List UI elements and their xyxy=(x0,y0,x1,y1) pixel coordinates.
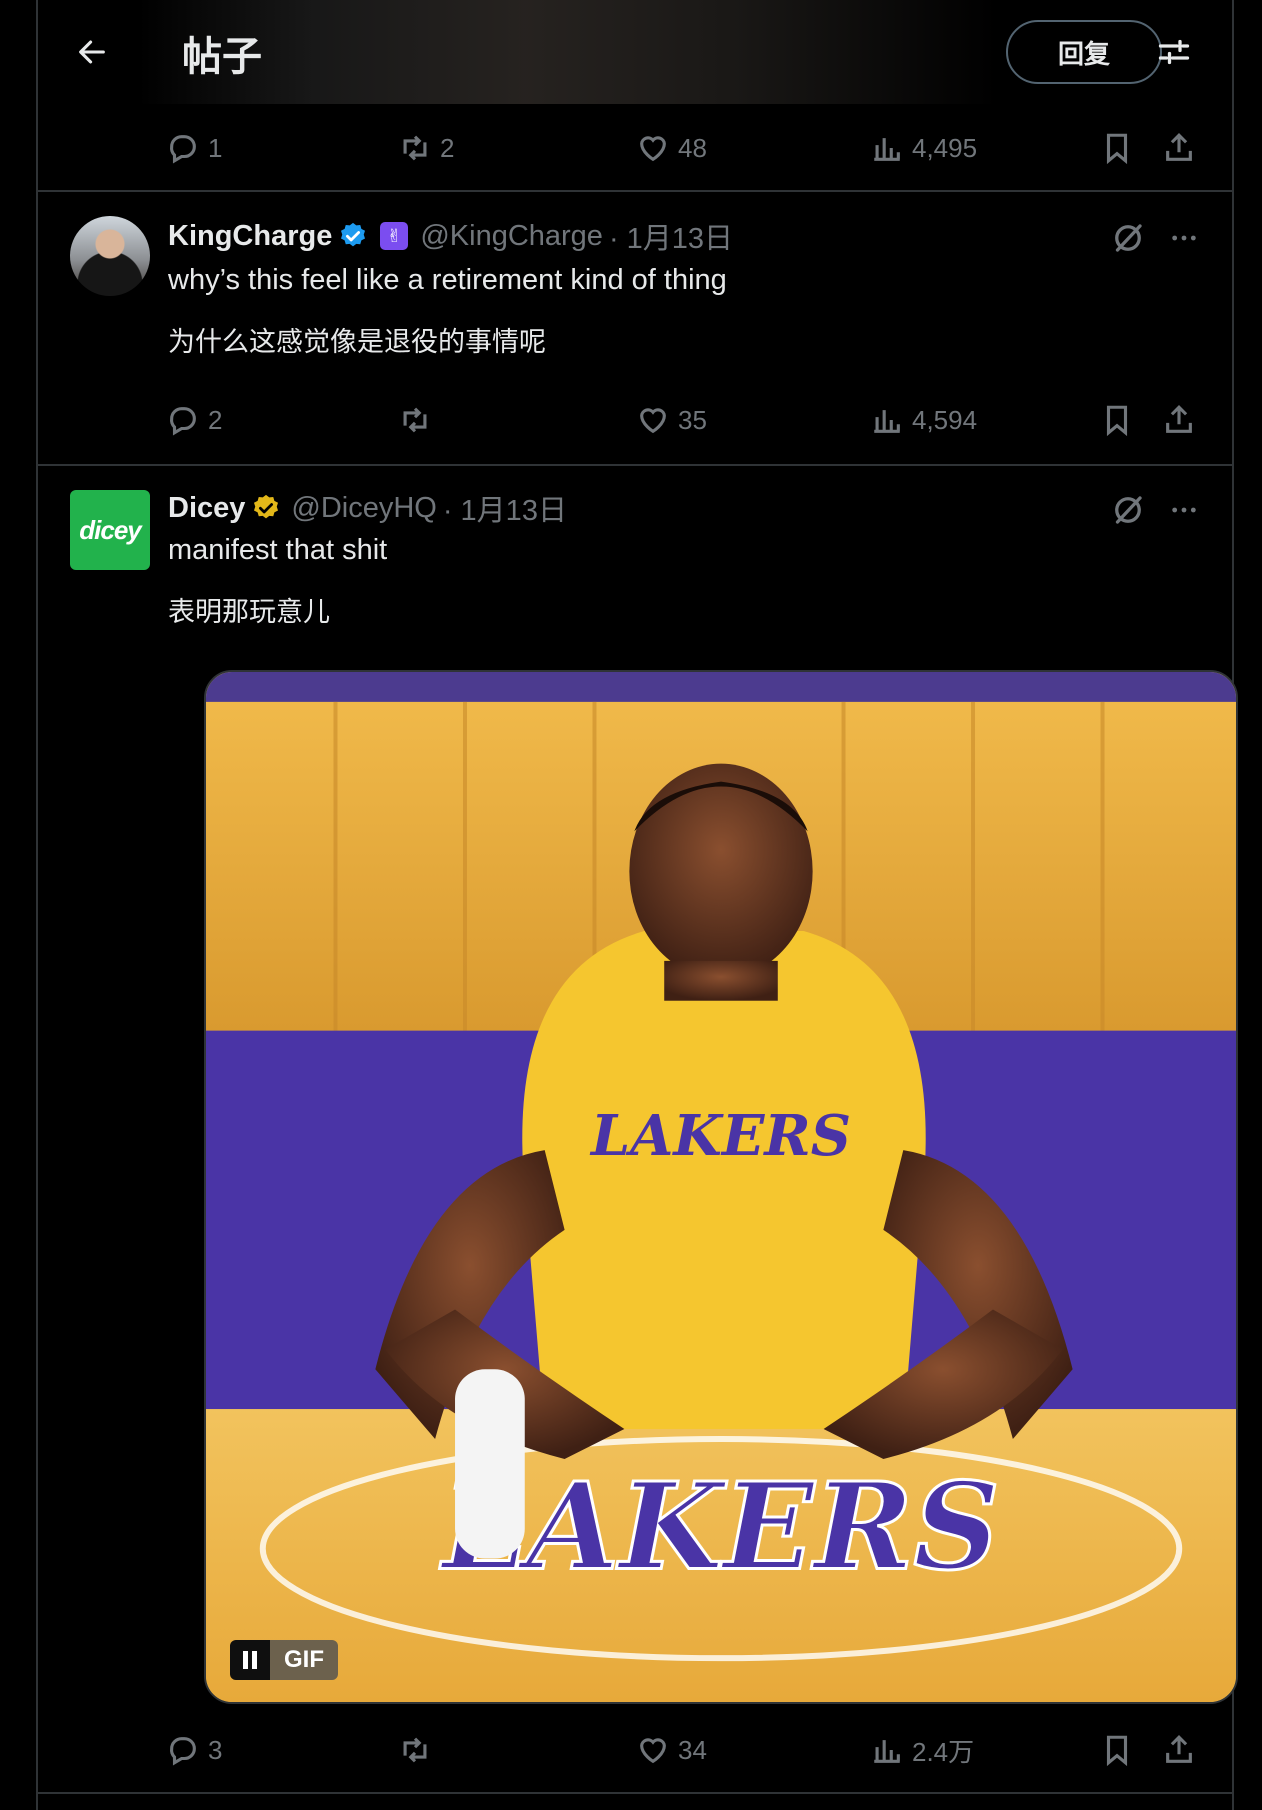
like-action[interactable]: 48 xyxy=(636,118,707,178)
jersey-text: LAKERS xyxy=(589,1104,851,1169)
grok-button[interactable] xyxy=(1106,488,1150,532)
bar-chart-icon xyxy=(874,138,900,161)
reply-button[interactable]: 回复 xyxy=(1006,20,1162,84)
ellipsis-icon xyxy=(1172,235,1196,241)
heart-icon xyxy=(640,1738,666,1764)
gif-image: LAKERS LAKERS xyxy=(206,672,1236,1702)
arrow-left-icon xyxy=(79,40,105,64)
filter-button[interactable] xyxy=(1148,26,1200,78)
views-count: 2.4万 xyxy=(912,1736,975,1767)
reply-action[interactable]: 3 xyxy=(166,1720,222,1780)
comment-icon xyxy=(170,135,196,164)
repost-icon xyxy=(403,407,427,433)
reply-count: 2 xyxy=(208,404,223,435)
bookmark-button[interactable] xyxy=(1100,390,1134,450)
views-action[interactable]: 2.4万 xyxy=(870,1720,974,1780)
views-count: 4,594 xyxy=(912,404,978,435)
like-action[interactable]: 35 xyxy=(636,390,707,450)
share-button[interactable] xyxy=(1162,390,1196,450)
gif-pause-button[interactable] xyxy=(230,1640,270,1680)
header-backdrop xyxy=(138,0,998,104)
share-button[interactable] xyxy=(1162,1720,1196,1780)
pause-icon xyxy=(243,1651,257,1669)
display-name[interactable]: Dicey xyxy=(168,492,245,525)
tweet-kingcharge[interactable]: KingCharge ✌ @KingCharge · 1月13日 why’s t… xyxy=(38,192,1232,464)
display-name[interactable]: KingCharge xyxy=(168,220,332,253)
more-options-button[interactable] xyxy=(1162,216,1206,260)
reply-count: 3 xyxy=(208,1734,223,1765)
heart-icon xyxy=(640,408,666,434)
views-action[interactable]: 4,594 xyxy=(870,390,977,450)
reply-action[interactable]: 1 xyxy=(166,118,222,178)
like-count: 48 xyxy=(678,132,707,163)
views-count: 4,495 xyxy=(912,132,978,163)
page-title: 帖子 xyxy=(182,34,262,80)
grok-icon xyxy=(1115,496,1142,524)
user-handle[interactable]: @KingCharge xyxy=(420,220,603,253)
reply-action[interactable]: 2 xyxy=(166,390,222,450)
like-count: 34 xyxy=(678,1734,707,1765)
tweet-translation: 表明那玩意儿 xyxy=(168,597,330,628)
views-action[interactable]: 4,495 xyxy=(870,118,977,178)
avatar[interactable]: dicey xyxy=(70,490,150,570)
comment-icon xyxy=(170,407,196,436)
tweet-translation: 为什么这感觉像是退役的事情呢 xyxy=(168,327,546,358)
repost-action[interactable]: 2 xyxy=(398,118,454,178)
bookmark-button[interactable] xyxy=(1100,118,1134,178)
share-button[interactable] xyxy=(1162,118,1196,178)
share-icon xyxy=(1166,405,1192,433)
user-handle[interactable]: @DiceyHQ xyxy=(291,492,436,525)
bookmark-icon xyxy=(1106,1735,1128,1767)
tweet-date[interactable]: · 1月13日 xyxy=(443,487,567,529)
back-button[interactable] xyxy=(66,26,118,78)
repost-action[interactable] xyxy=(398,1720,440,1780)
like-count: 35 xyxy=(678,404,707,435)
tweet-date[interactable]: · 1月13日 xyxy=(609,215,733,257)
like-action[interactable]: 34 xyxy=(636,1720,707,1780)
bar-chart-icon xyxy=(874,1740,900,1763)
bookmark-icon xyxy=(1106,133,1128,165)
gif-media[interactable]: LAKERS LAKERS GIF xyxy=(204,670,1238,1704)
bar-chart-icon xyxy=(874,410,900,433)
grok-button[interactable] xyxy=(1106,216,1150,260)
top-header: 帖子 回复 xyxy=(38,0,1232,104)
heart-icon xyxy=(640,136,666,162)
gif-label: GIF xyxy=(270,1640,338,1680)
affiliate-badge-icon: ✌ xyxy=(380,222,409,250)
repost-icon xyxy=(403,1737,427,1763)
bookmark-icon xyxy=(1106,405,1128,437)
tweet-divider xyxy=(38,1792,1232,1794)
more-options-button[interactable] xyxy=(1162,488,1206,532)
verified-gold-badge-icon xyxy=(254,494,279,519)
tweet-text: manifest that shit xyxy=(168,534,388,566)
tweet-action-bar: 2 35 4,594 xyxy=(38,390,1232,450)
repost-icon xyxy=(403,135,427,161)
reply-count: 1 xyxy=(208,132,223,163)
repost-action[interactable] xyxy=(398,390,440,450)
tweet-action-bar: 1 2 48 4,495 xyxy=(38,118,1232,178)
tweet-author-line: KingCharge ✌ @KingCharge · 1月13日 xyxy=(168,216,733,256)
verified-badge-icon xyxy=(341,222,366,247)
share-icon xyxy=(1166,133,1192,161)
gif-badge: GIF xyxy=(230,1640,338,1680)
timeline-column: 帖子 回复 1 2 48 4,495 KingCharge ✌ @KingCha… xyxy=(36,0,1238,1810)
sliders-icon xyxy=(1158,39,1190,65)
tweet-action-bar: 3 34 2.4万 xyxy=(38,1720,1232,1780)
grok-icon xyxy=(1115,224,1142,252)
avatar[interactable] xyxy=(70,216,150,296)
ellipsis-icon xyxy=(1172,507,1196,513)
bookmark-button[interactable] xyxy=(1100,1720,1134,1780)
comment-icon xyxy=(170,1737,196,1766)
repost-count: 2 xyxy=(440,132,455,163)
tweet-author-line: Dicey @DiceyHQ · 1月13日 xyxy=(168,488,567,528)
tweet-text: why’s this feel like a retirement kind o… xyxy=(168,264,727,296)
share-icon xyxy=(1166,1735,1192,1763)
